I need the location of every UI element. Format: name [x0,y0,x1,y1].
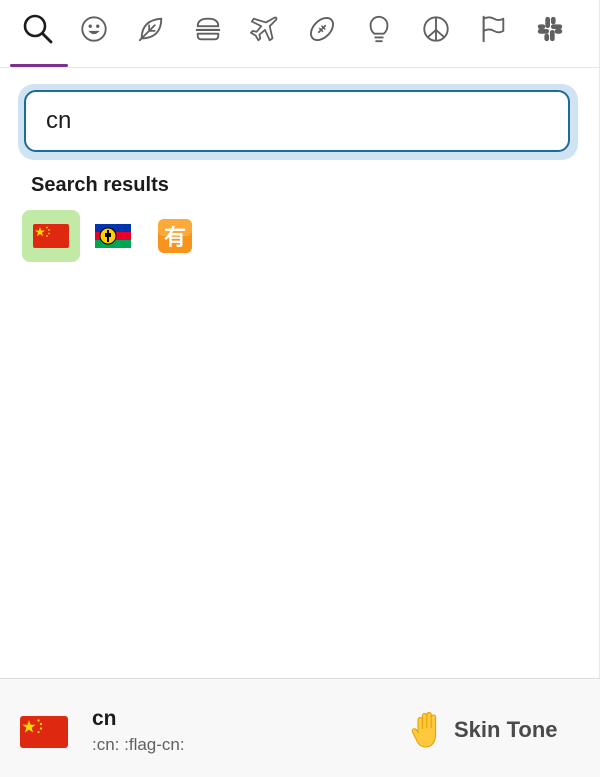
flag-icon [482,15,505,43]
active-tab-indicator [10,64,68,67]
burger-icon [195,17,221,41]
skin-tone-button[interactable]: Skin Tone [408,709,558,751]
tab-symbols[interactable] [412,6,460,52]
peace-icon [423,16,449,42]
preview-emoji-name: cn [92,707,117,730]
category-tabs [0,0,600,68]
tab-activities[interactable] [298,6,346,52]
tab-nature[interactable] [127,6,175,52]
have-kanji-icon: 有 [158,219,192,253]
search-focus-ring [18,84,578,160]
emoji-preview-footer: cn :cn: :flag-cn: Skin Tone [0,678,600,777]
smiley-icon [81,16,107,42]
search-results-title: Search results [31,174,169,196]
china-flag-icon [20,716,68,748]
tab-custom[interactable] [526,6,574,52]
result-china-flag[interactable] [22,210,80,262]
tab-objects[interactable] [355,6,403,52]
search-icon [23,14,53,44]
lightbulb-icon [369,15,389,43]
football-icon [310,17,334,41]
raised-hand-icon [411,711,437,748]
airplane-icon [250,16,278,42]
tab-smileys[interactable] [70,6,118,52]
tab-travel[interactable] [241,6,289,52]
tab-flags[interactable] [469,6,517,52]
result-new-caledonia-flag[interactable] [84,210,142,262]
result-have-kanji[interactable]: 有 [146,210,204,262]
tab-search[interactable] [14,6,62,52]
svg-text:有: 有 [164,225,186,251]
china-flag-icon [33,224,69,248]
skin-tone-label: Skin Tone [454,717,558,742]
leaf-icon [138,17,163,42]
new-caledonia-flag-icon [95,224,131,248]
emoji-search-input[interactable] [24,90,570,152]
emoji-picker: Search results 有 [0,0,600,777]
tab-food[interactable] [184,6,232,52]
slack-icon [537,16,563,42]
preview-emoji-codes: :cn: :flag-cn: [92,735,185,754]
